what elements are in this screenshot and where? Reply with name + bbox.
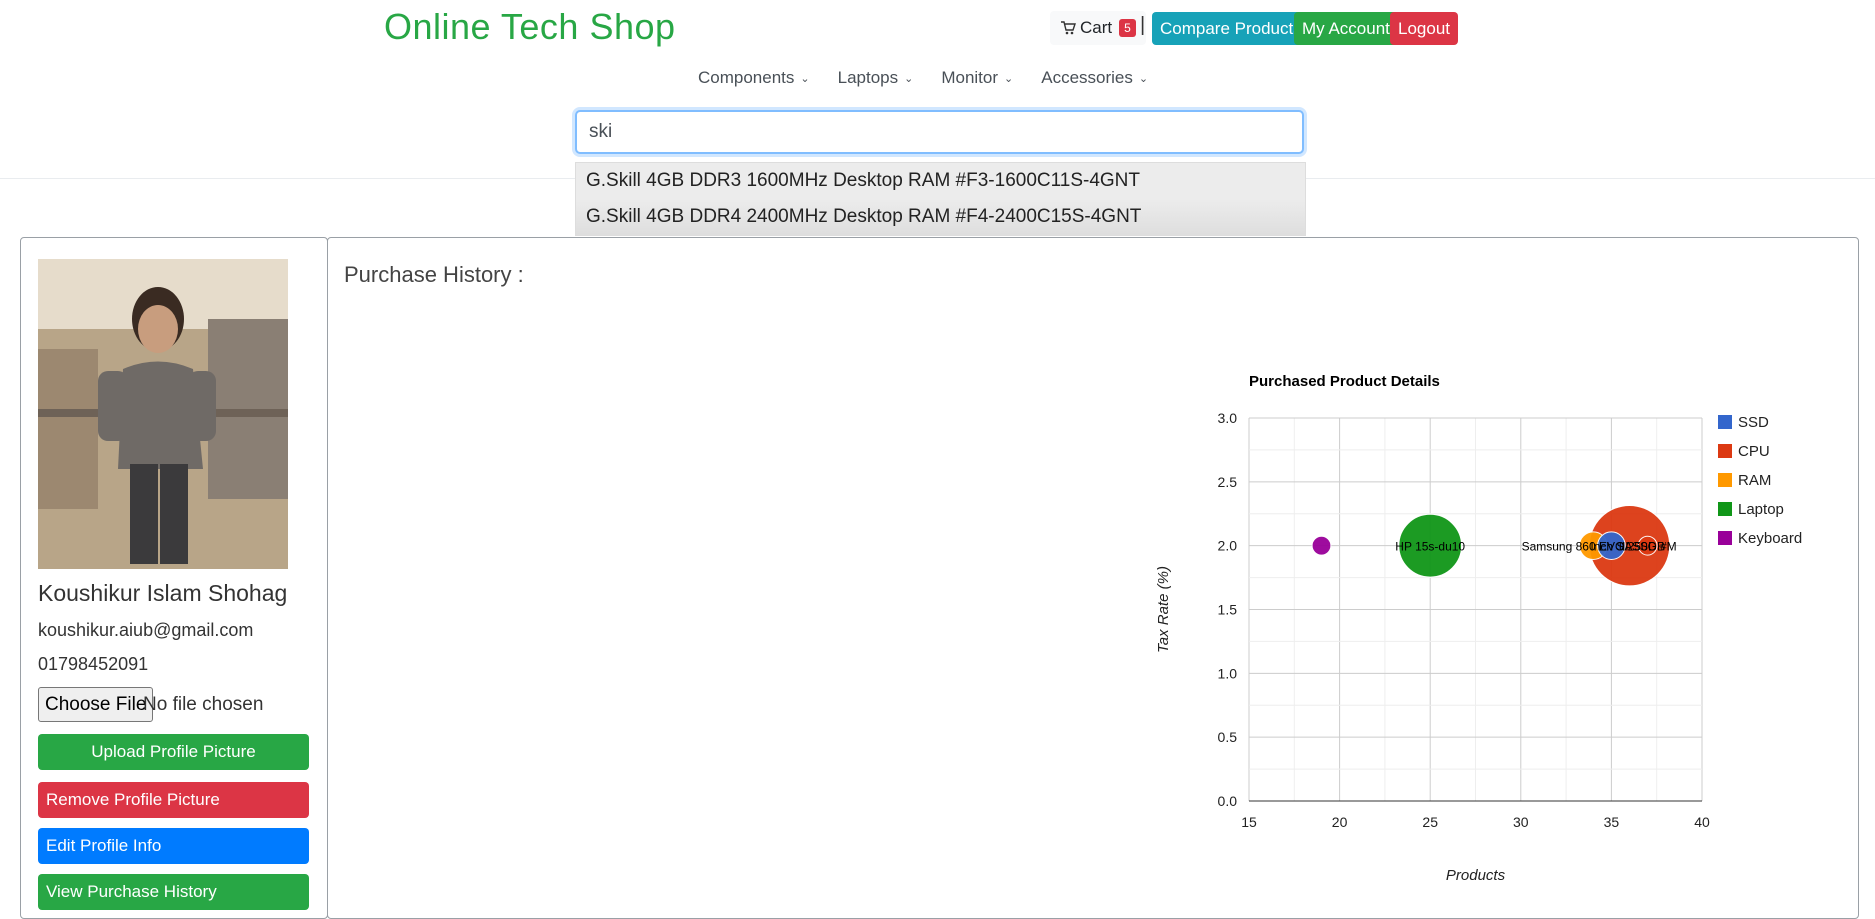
profile-phone: 01798452091 — [38, 654, 149, 674]
legend-swatch — [1718, 415, 1732, 429]
x-tick-label: 40 — [1694, 814, 1710, 830]
main-nav: Components ⌄ Laptops ⌄ Monitor ⌄ Accesso… — [698, 68, 1176, 88]
legend-item: SSD — [1738, 414, 1769, 431]
edit-profile-info-button[interactable]: Edit Profile Info — [38, 828, 309, 864]
legend-swatch — [1718, 531, 1732, 545]
cart-icon — [1061, 21, 1076, 35]
purchase-history-title: Purchase History : — [344, 262, 524, 287]
legend-swatch — [1718, 444, 1732, 458]
cart-button[interactable]: Cart 5 — [1050, 11, 1146, 45]
header-separator: | — [1140, 14, 1146, 36]
profile-name: Koushikur Islam Shohag — [38, 580, 288, 606]
suggestion-item[interactable]: G.Skill 4GB DDR4 2400MHz Desktop RAM #F4… — [576, 199, 1305, 235]
search-input[interactable] — [575, 110, 1304, 154]
upload-profile-picture-button[interactable]: Upload Profile Picture — [38, 734, 309, 770]
compare-products-button[interactable]: Compare Products — [1152, 12, 1310, 45]
x-tick-label: 30 — [1513, 814, 1529, 830]
legend-swatch — [1718, 502, 1732, 516]
bubble-label: HP 15s-du10 — [1395, 540, 1465, 554]
nav-item-label: Components — [698, 68, 795, 87]
site-title[interactable]: Online Tech Shop — [384, 6, 676, 48]
legend-swatch — [1718, 473, 1732, 487]
nav-item-components[interactable]: Components ⌄ — [698, 68, 810, 88]
nav-item-monitor[interactable]: Monitor ⌄ — [941, 68, 1013, 88]
legend-item: Laptop — [1738, 501, 1784, 518]
chevron-down-icon: ⌄ — [1138, 72, 1149, 85]
choose-file-button[interactable]: Choose File — [38, 687, 154, 722]
avatar — [38, 259, 288, 569]
my-account-button[interactable]: My Account — [1294, 12, 1398, 45]
nav-item-label: Monitor — [941, 68, 999, 87]
x-tick-label: 35 — [1604, 814, 1620, 830]
nav-item-label: Accessories — [1041, 68, 1133, 87]
chevron-down-icon: ⌄ — [1004, 72, 1014, 85]
profile-photo — [38, 259, 288, 569]
y-tick-label: 1.5 — [1218, 602, 1238, 618]
y-tick-label: 2.5 — [1218, 474, 1238, 490]
suggestion-item[interactable]: G.Skill 4GB DDR3 1600MHz Desktop RAM #F3… — [576, 163, 1305, 199]
chevron-down-icon: ⌄ — [800, 72, 810, 85]
cart-label: Cart — [1080, 18, 1113, 37]
legend-item: RAM — [1738, 472, 1771, 489]
legend-item: Keyboard — [1738, 530, 1802, 547]
bubble-label: III SSD #M — [1619, 540, 1677, 554]
x-axis-label: Products — [1446, 867, 1506, 884]
nav-item-accessories[interactable]: Accessories ⌄ — [1041, 68, 1148, 88]
profile-email: koushikur.aiub@gmail.com — [38, 620, 254, 640]
x-tick-label: 25 — [1422, 814, 1438, 830]
y-axis-label: Tax Rate (%) — [1155, 566, 1172, 653]
x-tick-label: 20 — [1332, 814, 1348, 830]
remove-profile-picture-button[interactable]: Remove Profile Picture — [38, 782, 309, 818]
bubble-point — [1311, 535, 1332, 556]
y-tick-label: 0.5 — [1218, 729, 1238, 745]
nav-item-laptops[interactable]: Laptops ⌄ — [838, 68, 914, 88]
purchased-product-chart: 15 20 25 30 35 40 0.0 0.5 1.0 1.5 2.0 2.5 3.0 Purchas… — [1155, 373, 1802, 884]
chevron-down-icon: ⌄ — [904, 72, 914, 85]
site-header: Online Tech Shop Cart 5 | Compare Produc… — [0, 0, 1875, 179]
x-tick-label: 15 — [1241, 814, 1257, 830]
y-tick-label: 0.0 — [1218, 793, 1238, 809]
y-tick-label: 2.0 — [1218, 538, 1238, 554]
chart-title: Purchased Product Details — [1249, 373, 1440, 390]
y-tick-label: 3.0 — [1218, 410, 1238, 426]
logout-button[interactable]: Logout — [1390, 12, 1458, 45]
search-suggestions: G.Skill 4GB DDR3 1600MHz Desktop RAM #F3… — [575, 162, 1306, 236]
legend-item: CPU — [1738, 443, 1770, 460]
y-tick-label: 1.0 — [1218, 665, 1238, 681]
cart-count-badge: 5 — [1119, 19, 1136, 37]
nav-item-label: Laptops — [837, 68, 899, 87]
file-status: No file chosen — [143, 694, 264, 715]
